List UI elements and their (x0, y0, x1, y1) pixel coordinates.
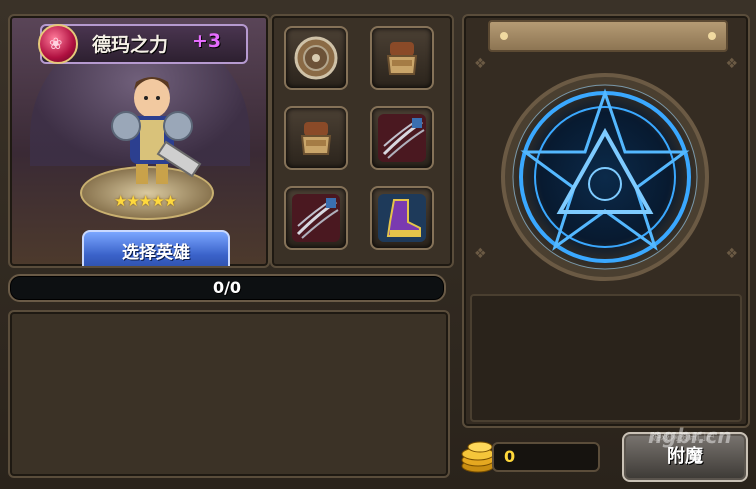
enchant-panel: ❖ ❖ ❖ ❖ (462, 14, 750, 428)
hero-name: 德玛之力 (92, 34, 169, 56)
coin-value: 0 (504, 447, 516, 466)
hero-title-bar: ❀ 德玛之力 +3 (38, 24, 248, 64)
magic-circle-icon[interactable] (500, 72, 710, 282)
corner-ornament-icon: ❖ (725, 246, 738, 262)
equipment-slot-5[interactable] (284, 186, 348, 250)
watermark-subtitle: 游戏网资讯门户 (652, 433, 716, 443)
claw-blade-icon (292, 194, 340, 242)
rivet-icon (708, 32, 716, 40)
round-shield-icon (294, 36, 338, 80)
claw-blade-icon (378, 114, 426, 162)
coin-display: 0 (461, 436, 600, 474)
enchant-description-box (470, 294, 742, 422)
gauntlet-icon (386, 42, 418, 75)
equipment-slot-2[interactable] (370, 26, 434, 90)
purple-boot-icon (378, 194, 426, 242)
equipment-slot-1[interactable] (284, 26, 348, 90)
hero-star-rating: ★★★★★ (114, 192, 177, 210)
corner-ornament-icon: ❖ (474, 246, 487, 262)
equipment-panel (270, 14, 454, 268)
equipment-slot-6[interactable] (370, 186, 434, 250)
rivet-icon (500, 32, 508, 40)
coin-field: 0 (492, 442, 600, 472)
corner-ornament-icon: ❖ (725, 56, 738, 72)
gauntlet-icon (300, 122, 332, 155)
hero-portrait[interactable] (96, 72, 206, 192)
enchant-nameplate (488, 20, 728, 52)
hero-panel: ❀ 德玛之力 +3 ★★★★★ 选择英雄 (8, 14, 270, 268)
game-window: ❀ 德玛之力 +3 ★★★★★ 选择英雄 0/0 ❖ ❖ ❖ ❖ 0 附魔 ng… (0, 0, 756, 489)
equipment-slot-4[interactable] (370, 106, 434, 170)
rose-gem-icon: ❀ (38, 24, 78, 64)
corner-ornament-icon: ❖ (474, 56, 487, 72)
progress-bar: 0/0 (8, 274, 446, 302)
hero-enhance-level: +3 (192, 30, 222, 52)
select-hero-button[interactable]: 选择英雄 (82, 230, 230, 266)
info-panel (8, 310, 450, 478)
progress-text: 0/0 (212, 278, 242, 297)
equipment-slot-3[interactable] (284, 106, 348, 170)
